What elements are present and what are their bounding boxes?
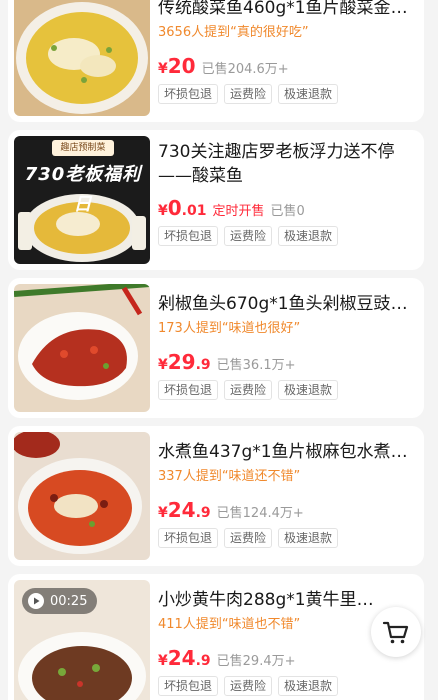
price-integer: 24 [167,498,196,522]
service-tags: 坏损包退 运费险 极速退款 [158,226,416,246]
product-image[interactable] [14,432,150,560]
price-currency: ¥ [158,357,168,373]
product-card[interactable]: 00:25 小炒黄牛肉288g*1黄牛里脊丝香... 411人提到“味道也不错”… [8,574,424,700]
service-tags: 坏损包退 运费险 极速退款 [158,528,416,548]
price-currency: ¥ [158,505,168,521]
product-title[interactable]: 730关注趣店罗老板浮力送不停——酸菜鱼 [158,140,416,188]
price-decimal: .9 [195,357,211,373]
review-mention: 173人提到“味道也很好” [158,321,301,336]
tag-damage-refund: 坏损包退 [158,226,219,246]
price-integer: 29 [167,350,196,374]
price-row: ¥ 20 已售204.6万+ [158,54,416,78]
tag-shipping-insurance: 运费险 [224,676,273,696]
cart-button[interactable] [371,607,421,657]
price-row: ¥ 29 .9 已售36.1万+ [158,350,416,374]
product-image[interactable] [14,0,150,116]
timed-sale-label: 定时开售 [212,204,265,219]
product-title[interactable]: 水煮鱼437g*1鱼片椒麻包水煮香... [158,440,416,464]
tag-shipping-insurance: 运费险 [224,380,273,400]
price-currency: ¥ [158,203,168,219]
price-currency: ¥ [158,61,168,77]
price-integer: 20 [167,54,196,78]
shopping-cart-icon [382,621,409,644]
product-info: 剁椒鱼头670g*1鱼头剁椒豆豉香... 173人提到“味道也很好” ¥ 29 … [158,278,416,400]
service-tags: 坏损包退 运费险 极速退款 [158,84,416,104]
service-tags: 坏损包退 运费险 极速退款 [158,380,416,400]
product-info: 传统酸菜鱼460g*1鱼片酸菜金汤... 3656人提到“真的很好吃” ¥ 20… [158,0,416,104]
sauerkraut-fish-image [14,0,150,116]
product-card[interactable]: 传统酸菜鱼460g*1鱼片酸菜金汤... 3656人提到“真的很好吃” ¥ 20… [8,0,424,122]
product-info: 730关注趣店罗老板浮力送不停——酸菜鱼 ¥ 0 .01 定时开售 已售0 坏损… [158,130,416,246]
tag-shipping-insurance: 运费险 [224,226,273,246]
tag-fast-refund: 极速退款 [278,380,339,400]
product-info: 水煮鱼437g*1鱼片椒麻包水煮香... 337人提到“味道还不错” ¥ 24 … [158,426,416,548]
product-title[interactable]: 传统酸菜鱼460g*1鱼片酸菜金汤... [158,0,416,20]
tag-fast-refund: 极速退款 [278,226,339,246]
price-row: ¥ 0 .01 定时开售 已售0 [158,196,416,220]
sold-count: 已售0 [270,204,305,219]
price-currency: ¥ [158,653,168,669]
tag-fast-refund: 极速退款 [278,528,339,548]
tag-damage-refund: 坏损包退 [158,380,219,400]
sold-count: 已售36.1万+ [216,358,296,373]
sold-count: 已售29.4万+ [216,654,296,669]
product-image[interactable] [14,284,150,412]
product-image[interactable]: 趣店预制菜 730老板福利日 [14,136,150,264]
brand-badge: 趣店预制菜 [52,140,114,156]
product-card[interactable]: 趣店预制菜 730老板福利日 730关注趣店罗老板浮力送不停——酸菜鱼 ¥ 0 … [8,130,424,270]
product-card[interactable]: 水煮鱼437g*1鱼片椒麻包水煮香... 337人提到“味道还不错” ¥ 24 … [8,426,424,566]
review-mention: 3656人提到“真的很好吃” [158,25,309,40]
product-title[interactable]: 剁椒鱼头670g*1鱼头剁椒豆豉香... [158,292,416,316]
video-duration: 00:25 [50,593,88,609]
video-indicator[interactable]: 00:25 [22,588,98,614]
tag-fast-refund: 极速退款 [278,676,339,696]
promo-banner-text: 730老板福利日 [24,164,142,215]
tag-damage-refund: 坏损包退 [158,676,219,696]
product-image[interactable]: 00:25 [14,580,150,700]
product-card[interactable]: 剁椒鱼头670g*1鱼头剁椒豆豉香... 173人提到“味道也很好” ¥ 29 … [8,278,424,418]
price-integer: 0 [167,196,182,220]
sold-count: 已售204.6万+ [201,62,289,77]
price-decimal: .9 [195,505,211,521]
tag-damage-refund: 坏损包退 [158,528,219,548]
sold-count: 已售124.4万+ [216,506,304,521]
play-icon [28,593,44,609]
tag-shipping-insurance: 运费险 [224,528,273,548]
price-decimal: .9 [195,653,211,669]
chopped-pepper-fish-head-image [14,284,150,412]
tag-shipping-insurance: 运费险 [224,84,273,104]
boiled-fish-image [14,432,150,560]
price-decimal: .01 [181,203,207,219]
service-tags: 坏损包退 运费险 极速退款 [158,676,416,696]
tag-damage-refund: 坏损包退 [158,84,219,104]
price-row: ¥ 24 .9 已售124.4万+ [158,498,416,522]
price-integer: 24 [167,646,196,670]
review-mention: 337人提到“味道还不错” [158,469,301,484]
tag-fast-refund: 极速退款 [278,84,339,104]
